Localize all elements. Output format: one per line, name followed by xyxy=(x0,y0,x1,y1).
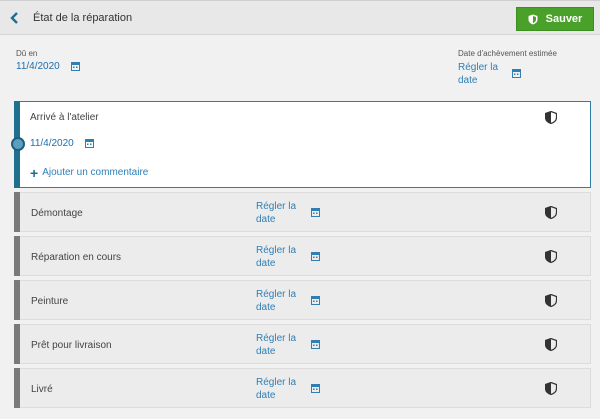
calendar-icon[interactable] xyxy=(311,251,320,261)
estimated-set-date-link[interactable]: Régler la date xyxy=(458,61,498,87)
half-shield-icon[interactable] xyxy=(545,250,557,263)
link-line: Régler la xyxy=(256,377,297,388)
step-row[interactable]: Livré Régler la date xyxy=(14,368,591,408)
step-bar xyxy=(14,236,20,276)
save-button[interactable]: Sauver xyxy=(516,7,594,31)
link-line: Régler la xyxy=(256,289,297,300)
calendar-icon[interactable] xyxy=(311,383,320,393)
link-line: Régler la xyxy=(458,62,499,73)
step-bar xyxy=(14,280,20,320)
set-date-link[interactable]: Régler la date xyxy=(256,332,296,358)
due-label: Dû en xyxy=(16,49,38,58)
step-row[interactable]: Démontage Régler la date xyxy=(14,192,591,232)
plus-icon: + xyxy=(30,164,39,181)
link-line: date xyxy=(458,75,478,86)
half-shield-icon[interactable] xyxy=(545,206,557,219)
add-comment-label: Ajouter un commentaire xyxy=(42,167,149,178)
step-row[interactable]: Peinture Régler la date xyxy=(14,280,591,320)
calendar-icon[interactable] xyxy=(311,295,320,305)
top-bar: État de la réparation Sauver xyxy=(0,0,600,35)
link-line: date xyxy=(256,214,276,225)
link-line: Régler la xyxy=(256,201,297,212)
step-bar xyxy=(14,324,20,364)
step-label: Prêt pour livraison xyxy=(31,340,112,351)
set-date-link[interactable]: Régler la date xyxy=(256,376,296,402)
link-line: date xyxy=(256,346,276,357)
set-date-link[interactable]: Régler la date xyxy=(256,244,296,270)
step-bar xyxy=(14,192,20,232)
step-row[interactable]: Prêt pour livraison Régler la date xyxy=(14,324,591,364)
link-line: date xyxy=(256,258,276,269)
half-shield-icon[interactable] xyxy=(545,294,557,307)
half-shield-icon[interactable] xyxy=(545,382,557,395)
set-date-link[interactable]: Régler la date xyxy=(256,200,296,226)
link-line: date xyxy=(256,302,276,313)
estimated-completion-label: Date d'achèvement estimée xyxy=(458,49,557,58)
calendar-icon[interactable] xyxy=(311,339,320,349)
add-comment-button[interactable]: + Ajouter un commentaire xyxy=(30,164,149,181)
calendar-icon[interactable] xyxy=(71,61,80,71)
timeline-node xyxy=(11,137,25,151)
step-label: Démontage xyxy=(31,208,83,219)
step-bar xyxy=(14,368,20,408)
active-step-date[interactable]: 11/4/2020 xyxy=(30,138,74,149)
page-title: État de la réparation xyxy=(33,12,133,24)
calendar-icon[interactable] xyxy=(311,207,320,217)
due-date-value[interactable]: 11/4/2020 xyxy=(16,61,60,72)
half-shield-icon[interactable] xyxy=(545,338,557,351)
step-row[interactable]: Réparation en cours Régler la date xyxy=(14,236,591,276)
step-label: Livré xyxy=(31,384,53,395)
link-line: Régler la xyxy=(256,333,297,344)
calendar-icon[interactable] xyxy=(512,68,521,78)
step-label: Réparation en cours xyxy=(31,252,122,263)
active-step-label: Arrivé à l'atelier xyxy=(30,112,99,123)
set-date-link[interactable]: Régler la date xyxy=(256,288,296,314)
back-chevron-icon[interactable] xyxy=(9,11,21,25)
save-label: Sauver xyxy=(545,13,583,25)
step-label: Peinture xyxy=(31,296,69,307)
link-line: Régler la xyxy=(256,245,297,256)
link-line: date xyxy=(256,390,276,401)
calendar-icon[interactable] xyxy=(85,138,94,148)
shield-icon xyxy=(528,14,538,24)
half-shield-icon[interactable] xyxy=(545,111,557,124)
